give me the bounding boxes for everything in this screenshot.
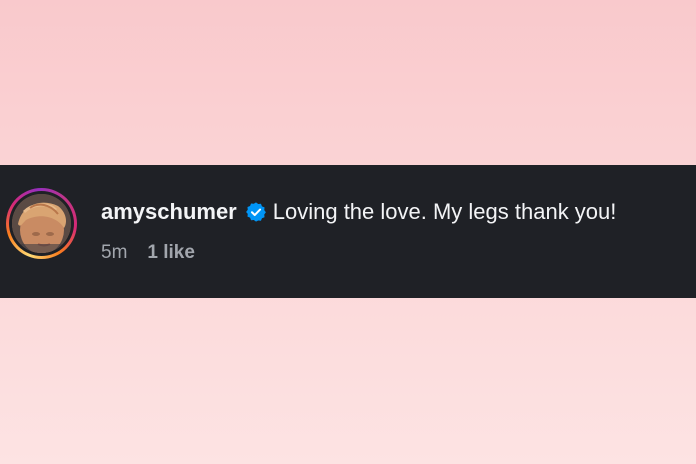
likes-count-link[interactable]: 1 like (147, 242, 195, 264)
comment-line: amyschumer Loving the love. My legs than… (101, 197, 616, 227)
avatar-frame (9, 191, 74, 256)
username-link[interactable]: amyschumer (101, 199, 237, 225)
comment-meta: 5m 1 like (101, 241, 195, 265)
story-ring[interactable] (6, 188, 77, 259)
comment-timestamp[interactable]: 5m (101, 242, 127, 264)
comment-bar: amyschumer Loving the love. My legs than… (0, 165, 696, 298)
comment-text: Loving the love. My legs thank you! (272, 199, 617, 224)
avatar[interactable] (12, 194, 71, 253)
verified-badge-icon (245, 202, 266, 222)
avatar-photo (12, 194, 71, 253)
